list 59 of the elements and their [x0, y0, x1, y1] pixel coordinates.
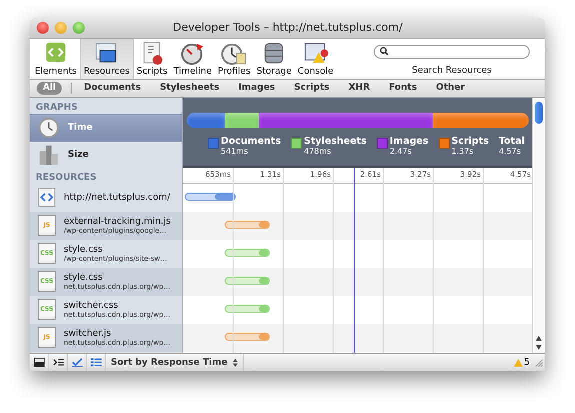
html-file-icon — [38, 187, 56, 208]
toolbar-tab[interactable]: Profiles — [215, 38, 254, 79]
timing-bar — [225, 276, 270, 285]
toolbar-tab[interactable]: Console — [294, 38, 337, 79]
legend-value: 478ms — [304, 146, 332, 156]
sort-dropdown[interactable]: Sort by Response Time — [106, 354, 244, 371]
toolbar-tab[interactable]: Storage — [254, 38, 295, 79]
scroll-up-button[interactable] — [536, 336, 542, 341]
filter-tab[interactable]: Documents — [81, 82, 144, 95]
resource-name: style.css — [64, 244, 104, 255]
filter-tab[interactable]: Scripts — [291, 82, 333, 95]
resource-name: external-tracking.min.js — [64, 216, 171, 227]
scrollbar-thumb[interactable] — [535, 102, 543, 124]
filter-tab[interactable]: Stylesheets — [157, 82, 223, 95]
weights-icon — [38, 144, 60, 166]
legend-label: Stylesheets — [304, 136, 367, 147]
prompt-icon — [52, 358, 64, 367]
close-button[interactable] — [37, 22, 49, 34]
timing-bar — [225, 248, 270, 257]
resource-name: http://net.tutsplus.com/ — [64, 192, 170, 203]
legend-label: Images — [390, 136, 429, 147]
filter-tab[interactable]: Images — [236, 82, 278, 95]
resource-item[interactable]: http://net.tutsplus.com/ — [30, 184, 182, 212]
timing-bar — [225, 332, 270, 341]
resource-name: switcher.js — [64, 328, 112, 339]
scroll-down-button[interactable] — [536, 345, 542, 350]
total-value: 4.57s — [499, 146, 522, 156]
toolbar-tab[interactable]: Elements — [32, 38, 80, 79]
dock-icon — [34, 358, 44, 367]
filter-tab[interactable]: Fonts — [386, 82, 420, 95]
clock-icon — [38, 117, 60, 140]
total-label: Total — [499, 136, 526, 147]
legend-value: 1.37s — [452, 146, 475, 156]
timing-bar — [225, 220, 270, 229]
toolbar-tab[interactable]: Resources — [80, 38, 134, 79]
window-title: Developer Tools – http://net.tutsplus.com/ — [172, 21, 404, 34]
graph-item[interactable]: Size — [30, 142, 182, 169]
toolbar-tab[interactable]: Scripts — [134, 38, 171, 79]
checkmark-icon — [72, 358, 82, 367]
timing-bar — [225, 304, 270, 313]
warning-count[interactable]: 5 — [514, 358, 530, 368]
section-heading: RESOURCES — [35, 172, 98, 184]
section-heading: GRAPHS — [35, 102, 79, 114]
filter-tab[interactable]: Other — [433, 82, 468, 95]
toolbar-tab[interactable]: Timeline — [170, 38, 215, 79]
search-field[interactable] — [374, 44, 530, 59]
resource-name: switcher.css — [64, 300, 120, 311]
warning-icon — [514, 358, 524, 366]
list-icon — [90, 358, 102, 367]
timing-bar — [185, 192, 236, 201]
resource-name: style.css — [64, 272, 104, 283]
filter-tab[interactable]: XHR — [346, 82, 374, 95]
search-label: Search Resources — [412, 66, 492, 76]
updown-arrows-icon — [232, 358, 238, 366]
search-icon — [380, 47, 389, 56]
legend-label: Documents — [221, 136, 282, 147]
legend-value: 541ms — [221, 146, 250, 156]
legend-value: 2.47s — [390, 146, 413, 156]
legend-label: Scripts — [452, 136, 490, 147]
